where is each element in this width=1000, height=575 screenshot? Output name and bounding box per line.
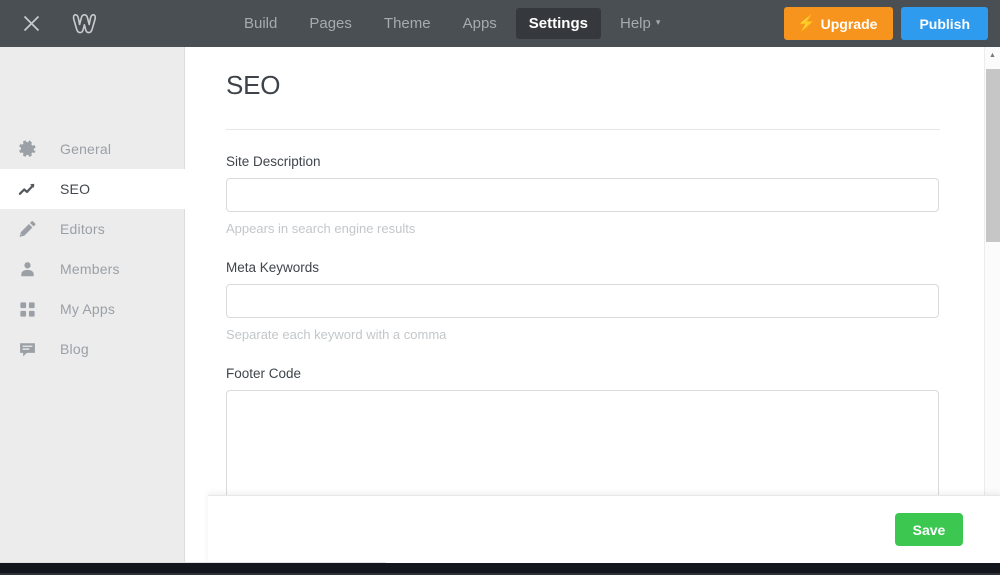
person-icon — [18, 260, 46, 279]
site-description-input[interactable] — [226, 178, 939, 212]
save-bar: Save — [208, 495, 1000, 563]
save-button[interactable]: Save — [895, 513, 963, 546]
sidebar-item-label: My Apps — [60, 301, 116, 317]
nav-item-apps[interactable]: Apps — [450, 8, 510, 39]
nav-item-label: Apps — [462, 15, 497, 32]
vertical-scrollbar[interactable]: ▲ — [984, 47, 1000, 563]
publish-button-label: Publish — [919, 15, 970, 32]
sidebar-item-label: Editors — [60, 221, 105, 237]
nav-item-label: Theme — [383, 15, 431, 32]
save-button-label: Save — [912, 521, 946, 538]
gear-icon — [18, 139, 46, 159]
nav-item-label: Build — [244, 15, 278, 32]
main-nav: Build Pages Theme Apps Settings Help ▾ — [228, 0, 676, 47]
nav-item-help[interactable]: Help ▾ — [607, 8, 673, 40]
settings-content-panel: SEO Site Description Appears in search e… — [186, 47, 980, 563]
sidebar-item-label: SEO — [60, 181, 91, 197]
publish-button[interactable]: Publish — [901, 7, 988, 40]
field-label: Meta Keywords — [226, 260, 320, 275]
trending-up-icon — [18, 180, 46, 199]
nav-item-pages[interactable]: Pages — [296, 8, 365, 39]
sidebar-item-members[interactable]: Members — [0, 249, 184, 289]
nav-item-settings[interactable]: Settings — [515, 8, 601, 39]
top-navigation-bar: Build Pages Theme Apps Settings Help ▾ ⚡ … — [0, 0, 1000, 47]
top-action-buttons: ⚡ Upgrade Publish — [783, 7, 988, 40]
sidebar-item-editors[interactable]: Editors — [0, 209, 184, 249]
scroll-up-arrow-icon[interactable]: ▲ — [985, 47, 1000, 63]
weebly-editor-window: Build Pages Theme Apps Settings Help ▾ ⚡ … — [0, 0, 1000, 575]
nav-item-theme[interactable]: Theme — [371, 8, 444, 39]
upgrade-button-label: Upgrade — [820, 15, 878, 32]
field-label: Site Description — [226, 154, 321, 169]
nav-item-label: Pages — [309, 15, 352, 32]
settings-sidebar: General SEO Editors Members My Apps Blog — [0, 47, 186, 563]
sidebar-item-my-apps[interactable]: My Apps — [0, 289, 184, 329]
nav-item-build[interactable]: Build — [231, 8, 290, 39]
weebly-logo-icon[interactable] — [55, 13, 115, 35]
vertical-scrollbar-thumb[interactable] — [986, 69, 1000, 242]
lightning-bolt-icon: ⚡ — [796, 15, 816, 32]
upgrade-button[interactable]: ⚡ Upgrade — [783, 7, 894, 40]
speech-bubble-icon — [18, 340, 46, 359]
field-meta-keywords: Meta Keywords Separate each keyword with… — [226, 236, 940, 342]
sidebar-item-label: General — [60, 141, 112, 157]
grid-icon — [18, 300, 46, 319]
field-site-description: Site Description Appears in search engin… — [226, 130, 940, 236]
sidebar-item-seo[interactable]: SEO — [0, 169, 186, 209]
field-label: Footer Code — [226, 366, 302, 381]
sidebar-item-blog[interactable]: Blog — [0, 329, 184, 369]
sidebar-item-label: Blog — [60, 341, 89, 357]
close-icon[interactable] — [8, 15, 55, 32]
nav-item-label: Help — [619, 14, 651, 32]
nav-item-label: Settings — [528, 15, 588, 32]
page-title: SEO — [226, 70, 281, 100]
pencil-icon — [18, 220, 46, 239]
sidebar-item-general[interactable]: General — [0, 129, 184, 169]
meta-keywords-input[interactable] — [226, 284, 939, 318]
chevron-down-icon: ▾ — [655, 17, 661, 28]
field-hint: Separate each keyword with a comma — [226, 327, 447, 342]
sidebar-item-label: Members — [60, 261, 120, 277]
field-hint: Appears in search engine results — [226, 221, 416, 236]
